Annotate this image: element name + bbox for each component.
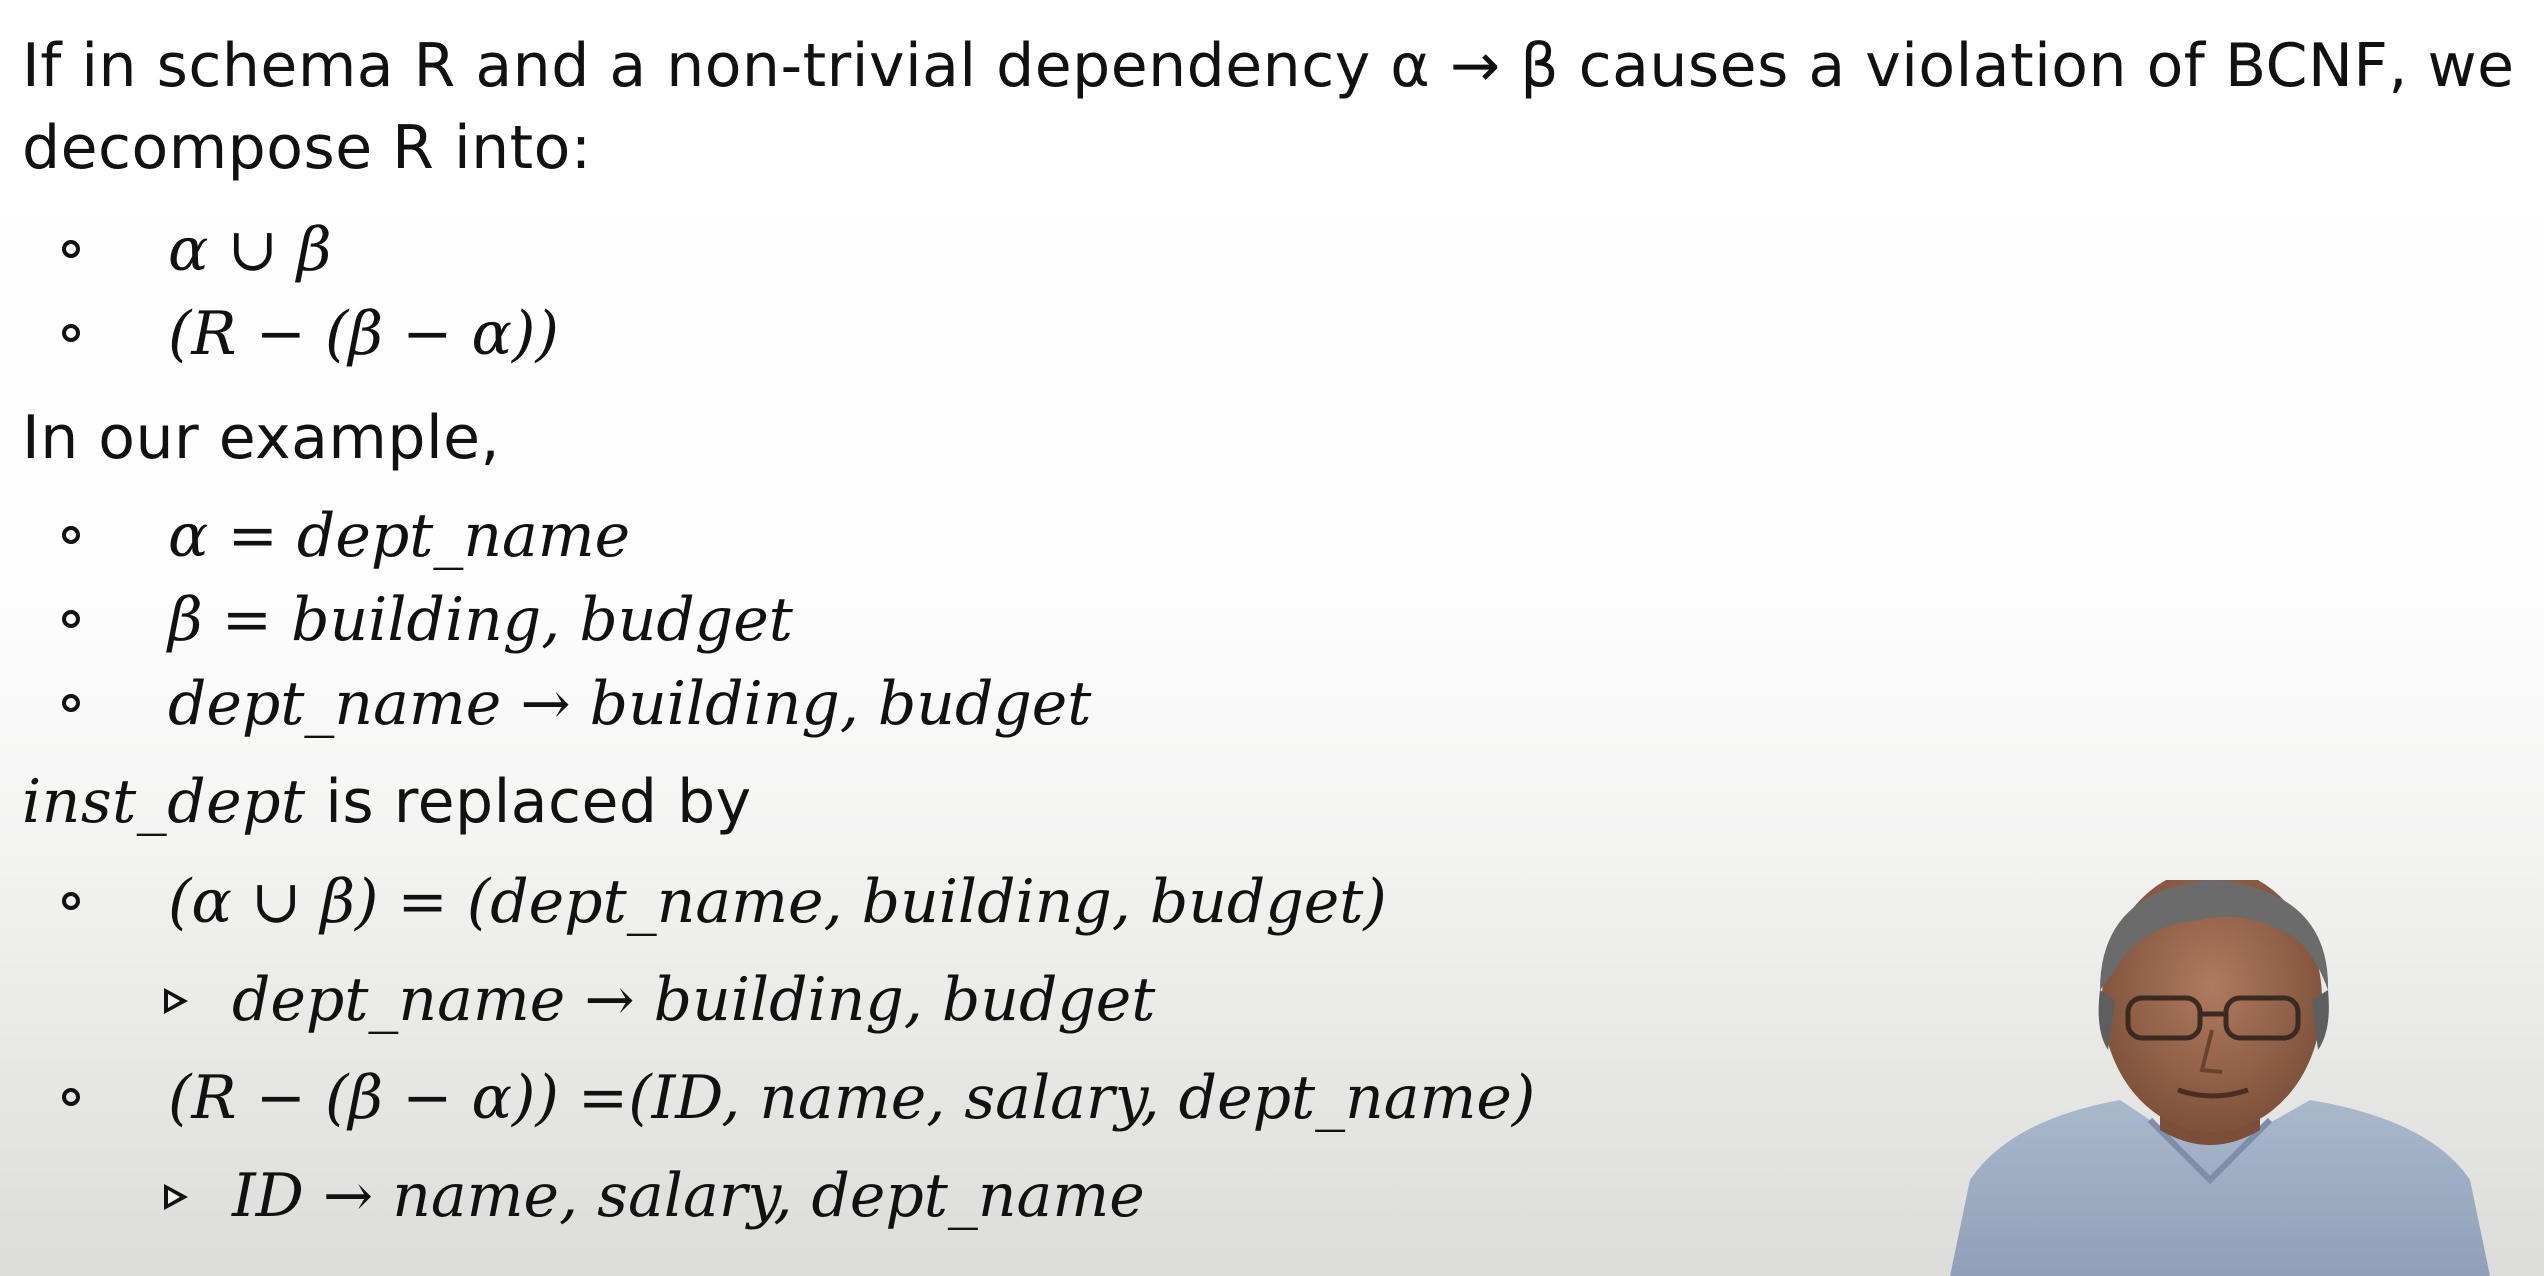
intro-line-2: decompose R into: xyxy=(22,113,592,183)
circle-bullet-icon xyxy=(62,240,80,258)
circle-bullet-icon xyxy=(62,1088,80,1106)
replaced-text: is replaced by xyxy=(305,767,752,837)
circle-bullet-icon xyxy=(62,610,80,628)
replaced-heading: inst_dept is replaced by xyxy=(22,760,752,844)
circle-bullet-icon xyxy=(62,324,80,342)
example-heading: In our example, xyxy=(22,403,501,473)
circle-bullet-icon xyxy=(62,526,80,544)
triangle-bullet-icon xyxy=(164,1184,188,1210)
relation-name: inst_dept xyxy=(22,767,306,837)
circle-bullet-icon xyxy=(62,892,80,910)
intro-line-1: If in schema R and a non-trivial depende… xyxy=(22,31,2515,101)
presenter-figure xyxy=(1950,880,2490,1276)
triangle-bullet-icon xyxy=(164,988,188,1014)
circle-bullet-icon xyxy=(62,694,80,712)
presenter-video xyxy=(1950,880,2510,1276)
